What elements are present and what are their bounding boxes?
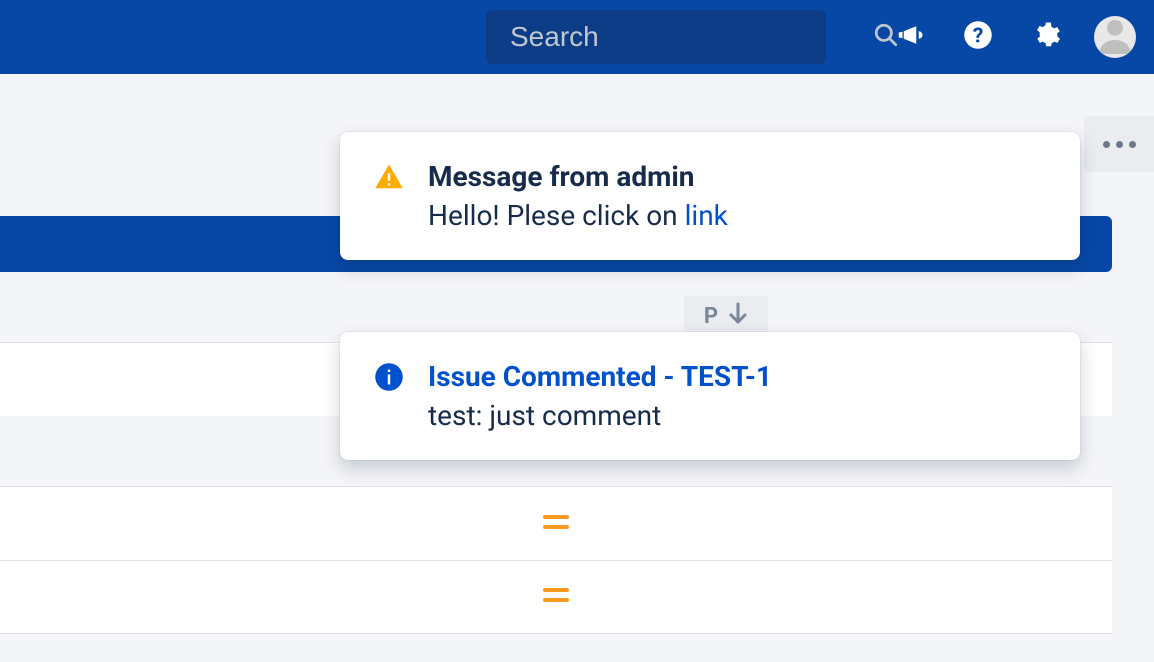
search-box[interactable]: [486, 10, 826, 64]
settings-button[interactable]: [1026, 17, 1066, 57]
top-navbar: ?: [0, 0, 1154, 74]
column-sort-label: P: [704, 304, 718, 329]
profile-avatar[interactable]: [1094, 16, 1136, 58]
megaphone-icon: [895, 20, 925, 54]
notification-issue-commented: Issue Commented - TEST-1 test: just comm…: [340, 332, 1080, 460]
info-icon: [374, 362, 404, 392]
notification-body-text: Hello! Plese click on: [428, 199, 685, 232]
svg-text:?: ?: [973, 24, 984, 49]
arrow-down-icon: [728, 302, 748, 330]
avatar-icon: [1094, 16, 1136, 58]
ellipsis-icon: [1129, 141, 1136, 148]
help-button[interactable]: ?: [958, 17, 998, 57]
table-row[interactable]: [0, 560, 1112, 634]
table-row[interactable]: [0, 486, 1112, 560]
ellipsis-icon: [1116, 141, 1123, 148]
column-sort-badge[interactable]: P: [684, 296, 768, 336]
gear-icon: [1031, 20, 1061, 54]
alert-icon: [374, 162, 404, 192]
announcements-button[interactable]: [890, 17, 930, 57]
notification-admin-message: Message from admin Hello! Plese click on…: [340, 132, 1080, 260]
more-button[interactable]: [1084, 116, 1154, 172]
priority-medium-icon: [543, 513, 569, 535]
notification-body: test: just comment: [428, 399, 1052, 432]
search-input[interactable]: [508, 20, 873, 54]
priority-medium-icon: [543, 586, 569, 608]
notification-title-link[interactable]: Issue Commented - TEST-1: [428, 360, 1052, 393]
ellipsis-icon: [1103, 141, 1110, 148]
notification-link[interactable]: link: [685, 199, 728, 232]
help-icon: ?: [963, 20, 993, 54]
notification-body: Hello! Plese click on link: [428, 199, 1052, 232]
notification-title: Message from admin: [428, 160, 1052, 193]
